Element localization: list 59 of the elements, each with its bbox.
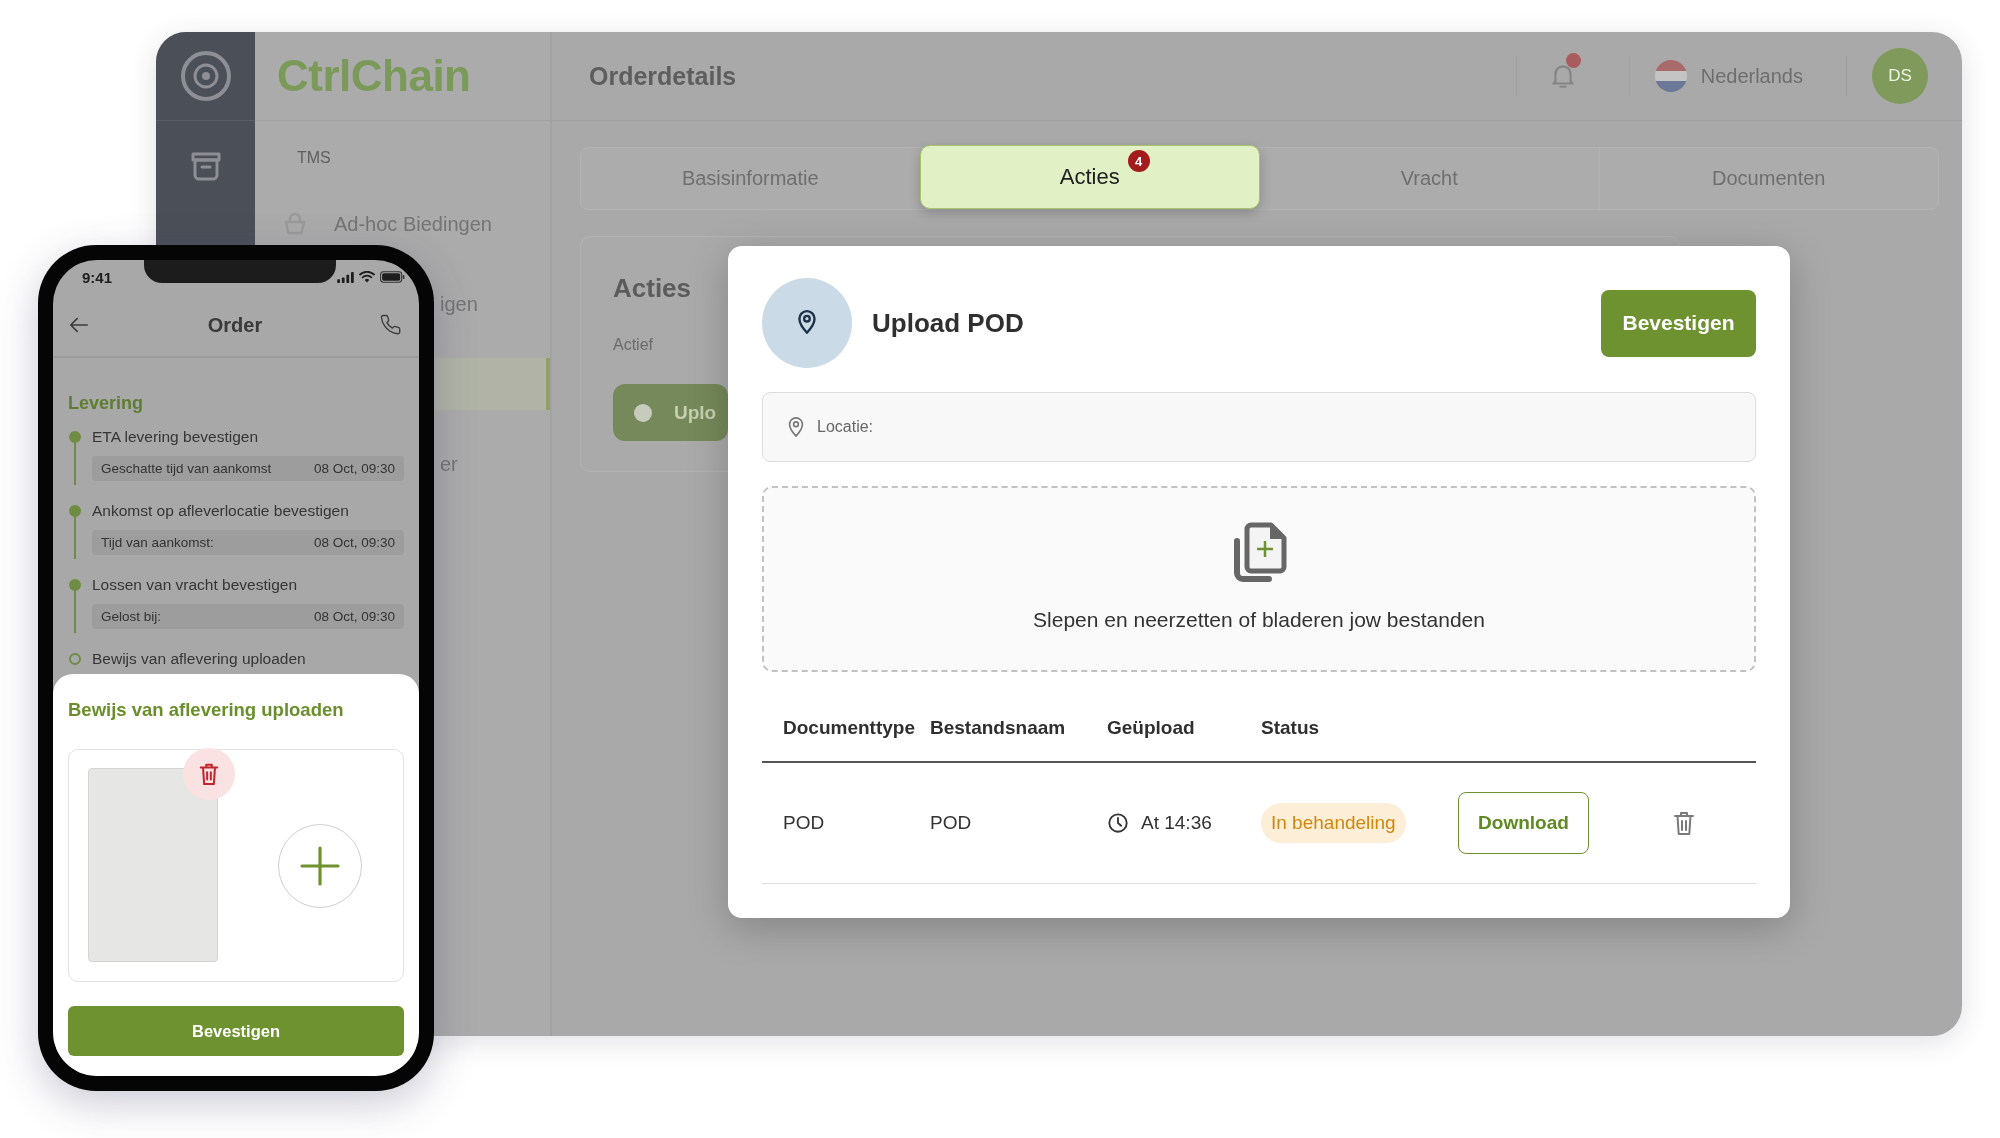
status-badge: In behandeling bbox=[1261, 803, 1406, 843]
detail-value: 08 Oct, 09:30 bbox=[313, 461, 395, 476]
language-selector[interactable]: Nederlands bbox=[1654, 60, 1803, 92]
user-avatar[interactable]: DS bbox=[1872, 48, 1928, 104]
trash-icon bbox=[198, 761, 220, 787]
sheet-title: Bewijs van aflevering uploaden bbox=[68, 699, 344, 721]
column-header: Status bbox=[1261, 716, 1320, 739]
column-header: Documenttype bbox=[783, 716, 915, 739]
section-title: Levering bbox=[68, 392, 144, 414]
section-label: TMS bbox=[297, 148, 331, 168]
location-field[interactable]: Locatie: bbox=[762, 392, 1756, 462]
drop-zone[interactable]: Slepen en neerzetten of bladeren jow bestanden bbox=[762, 486, 1756, 672]
brand-name: CtrlChain bbox=[277, 51, 471, 101]
card-title: Acties bbox=[613, 273, 692, 303]
timeline-connector bbox=[74, 517, 76, 559]
flag-icon bbox=[1654, 60, 1687, 92]
column-header: Bestandsnaam bbox=[930, 716, 1066, 739]
detail-value: 08 Oct, 09:30 bbox=[313, 609, 395, 624]
table-cell: POD bbox=[930, 812, 972, 834]
timeline-connector bbox=[74, 443, 76, 485]
clock-icon bbox=[1107, 812, 1129, 834]
battery-icon bbox=[380, 271, 405, 283]
plus-icon bbox=[300, 845, 340, 886]
tab[interactable]: Vracht bbox=[1260, 148, 1599, 209]
signal-icon bbox=[337, 271, 354, 283]
column-header: Geüpload bbox=[1107, 716, 1195, 739]
table-cell: At 14:36 bbox=[1141, 812, 1212, 834]
page-title: Orderdetails bbox=[589, 61, 737, 91]
count-badge: 4 bbox=[1127, 150, 1150, 172]
tab[interactable]: Acties 4 bbox=[919, 145, 1260, 209]
location-pin-icon bbox=[762, 278, 852, 368]
upload-button[interactable]: Uplo bbox=[613, 384, 729, 441]
drop-zone-text: Slepen en neerzetten of bladeren jow bestanden bbox=[1033, 607, 1485, 633]
table-cell: POD bbox=[783, 812, 825, 834]
status-time: 9:41 bbox=[82, 268, 113, 286]
dialog-title: Upload POD bbox=[872, 307, 1024, 339]
step-title: Lossen van vracht bevestigen bbox=[92, 575, 298, 594]
wifi-icon bbox=[359, 271, 375, 283]
step-title: Bewijs van aflevering uploaden bbox=[92, 649, 306, 668]
step-title: ETA levering bevestigen bbox=[92, 427, 258, 446]
detail-label: Gelost bij: bbox=[101, 609, 162, 624]
detail-label: Geschatte tijd van aankomst bbox=[101, 461, 272, 476]
detail-label: Tijd van aankomst: bbox=[101, 535, 214, 550]
confirm-button[interactable]: Bevestigen bbox=[68, 1006, 404, 1056]
download-button[interactable]: Download bbox=[1458, 792, 1589, 854]
tab[interactable]: Basisinformatie bbox=[581, 148, 920, 209]
detail-value: 08 Oct, 09:30 bbox=[313, 535, 395, 550]
bell-icon[interactable] bbox=[1549, 62, 1576, 90]
phone-icon[interactable] bbox=[380, 314, 402, 336]
tab[interactable]: Documenten bbox=[1598, 148, 1938, 209]
logo-icon[interactable] bbox=[179, 50, 232, 102]
screen-title: Order bbox=[207, 313, 263, 337]
confirm-button[interactable]: Bevestigen bbox=[1601, 289, 1756, 357]
timeline-connector bbox=[74, 591, 76, 633]
step-title: Ankomst op afleverlocatie bevestigen bbox=[92, 501, 349, 520]
dot-icon bbox=[634, 403, 652, 422]
trash-icon[interactable] bbox=[1672, 809, 1696, 837]
status-label: Actief bbox=[613, 335, 653, 355]
delete-button[interactable] bbox=[183, 748, 235, 800]
